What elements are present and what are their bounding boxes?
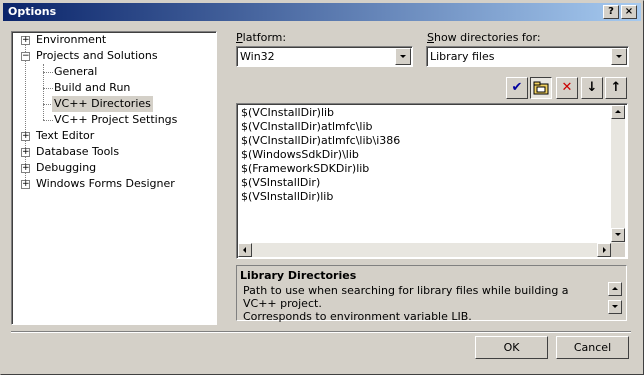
- options-dialog: Options ? × + Environment − Projects and…: [0, 0, 644, 375]
- tree-item-projects-and-solutions[interactable]: − Projects and Solutions: [12, 48, 212, 64]
- checkmark-icon: ✔: [511, 80, 523, 95]
- platform-value: Win32: [240, 50, 275, 63]
- tree-item-label: Build and Run: [54, 81, 131, 94]
- vertical-scrollbar[interactable]: [611, 105, 625, 243]
- delete-button[interactable]: ✕: [556, 77, 578, 99]
- scroll-right-button[interactable]: [597, 243, 611, 257]
- list-item[interactable]: $(VSInstallDir)lib: [241, 190, 333, 203]
- description-scroll-up-button[interactable]: [608, 282, 622, 296]
- cancel-button[interactable]: Cancel: [556, 336, 629, 359]
- description-panel: Library Directories Path to use when sea…: [236, 265, 627, 323]
- tree-item-label: Projects and Solutions: [36, 49, 158, 62]
- tree-item-vc-directories[interactable]: VC++ Directories: [12, 96, 212, 112]
- show-directories-value: Library files: [430, 50, 495, 63]
- tree-item-label: Text Editor: [36, 129, 95, 142]
- chevron-down-icon: [615, 233, 621, 236]
- list-item[interactable]: $(VCInstallDir)atlmfc\lib: [241, 120, 373, 133]
- expand-icon[interactable]: +: [21, 148, 30, 157]
- scrollbar-corner: [611, 243, 625, 257]
- tree-item-debugging[interactable]: + Debugging: [12, 160, 212, 176]
- list-item[interactable]: $(VCInstallDir)atlmfc\lib\i386: [241, 134, 400, 147]
- show-directories-dropdown-button[interactable]: [611, 48, 627, 65]
- tree-item-label: Windows Forms Designer: [36, 177, 175, 190]
- tree-item-label: Environment: [36, 33, 107, 46]
- chevron-down-icon: [400, 55, 406, 58]
- tree-item-label: General: [54, 65, 98, 78]
- description-scroll-down-button[interactable]: [608, 300, 622, 314]
- tree-item-environment[interactable]: + Environment: [12, 32, 212, 48]
- close-button[interactable]: ×: [621, 5, 637, 19]
- delete-icon: ✕: [561, 80, 573, 95]
- show-directories-select[interactable]: Library files: [426, 46, 629, 67]
- platform-select[interactable]: Win32: [236, 46, 413, 67]
- platform-label: Platform:: [236, 31, 286, 44]
- close-icon: ×: [624, 6, 634, 17]
- description-title: Library Directories: [240, 269, 357, 282]
- help-icon: ?: [608, 6, 614, 17]
- chevron-down-icon: [616, 55, 622, 58]
- directory-list[interactable]: $(VCInstallDir)lib $(VCInstallDir)atlmfc…: [236, 103, 628, 259]
- new-line-button[interactable]: [530, 77, 552, 99]
- tree-item-database-tools[interactable]: + Database Tools: [12, 144, 212, 160]
- list-item[interactable]: $(FrameworkSDKDir)lib: [241, 162, 369, 175]
- chevron-down-icon: [612, 305, 618, 308]
- horizontal-scrollbar[interactable]: [238, 243, 611, 257]
- scroll-up-button[interactable]: [611, 105, 625, 119]
- list-item[interactable]: $(WindowsSdkDir)\lib: [241, 148, 359, 161]
- list-item[interactable]: $(VCInstallDir)lib: [241, 106, 334, 119]
- platform-label-text: latform:: [242, 31, 287, 44]
- move-down-button[interactable]: ↓: [581, 77, 603, 99]
- description-text: Path to use when searching for library f…: [243, 284, 603, 323]
- move-up-button[interactable]: ↑: [605, 77, 627, 99]
- chevron-left-icon: [243, 247, 246, 253]
- separator: [11, 331, 631, 333]
- tree-item-label: VC++ Project Settings: [54, 113, 178, 126]
- expand-icon[interactable]: +: [21, 132, 30, 141]
- arrow-down-icon: ↓: [586, 80, 598, 95]
- expand-icon[interactable]: +: [21, 164, 30, 173]
- chevron-up-icon: [615, 110, 621, 113]
- scroll-left-button[interactable]: [238, 243, 252, 257]
- list-item[interactable]: $(VSInstallDir): [241, 176, 320, 189]
- scroll-down-button[interactable]: [611, 228, 625, 242]
- window-title: Options: [8, 5, 57, 18]
- collapse-icon[interactable]: −: [21, 52, 30, 61]
- description-line: Path to use when searching for library f…: [243, 284, 569, 310]
- expand-icon[interactable]: +: [21, 180, 30, 189]
- platform-label-accel: P: [236, 31, 243, 44]
- ok-button[interactable]: OK: [475, 336, 548, 359]
- show-directories-label-accel: S: [427, 31, 434, 44]
- tree-item-general[interactable]: General: [12, 64, 212, 80]
- tree-item-build-and-run[interactable]: Build and Run: [12, 80, 212, 96]
- help-button[interactable]: ?: [603, 5, 619, 19]
- show-directories-label-text: how directories for:: [433, 31, 541, 44]
- description-line: Corresponds to environment variable LIB.: [243, 310, 472, 323]
- tree-item-label: Debugging: [36, 161, 97, 174]
- options-tree[interactable]: + Environment − Projects and Solutions G…: [11, 31, 217, 325]
- tree-item-label: Database Tools: [36, 145, 120, 158]
- tree-item-vc-project-settings[interactable]: VC++ Project Settings: [12, 112, 212, 128]
- check-button[interactable]: ✔: [506, 77, 528, 99]
- tree-item-label: VC++ Directories: [52, 96, 153, 112]
- show-directories-label: Show directories for:: [427, 31, 541, 44]
- chevron-up-icon: [612, 287, 618, 290]
- chevron-right-icon: [603, 247, 606, 253]
- arrow-up-icon: ↑: [610, 80, 622, 95]
- new-folder-icon: [533, 81, 549, 95]
- platform-dropdown-button[interactable]: [395, 48, 411, 65]
- expand-icon[interactable]: +: [21, 36, 30, 45]
- title-bar: Options ? ×: [3, 3, 641, 21]
- tree-item-text-editor[interactable]: + Text Editor: [12, 128, 212, 144]
- tree-item-windows-forms-designer[interactable]: + Windows Forms Designer: [12, 176, 212, 192]
